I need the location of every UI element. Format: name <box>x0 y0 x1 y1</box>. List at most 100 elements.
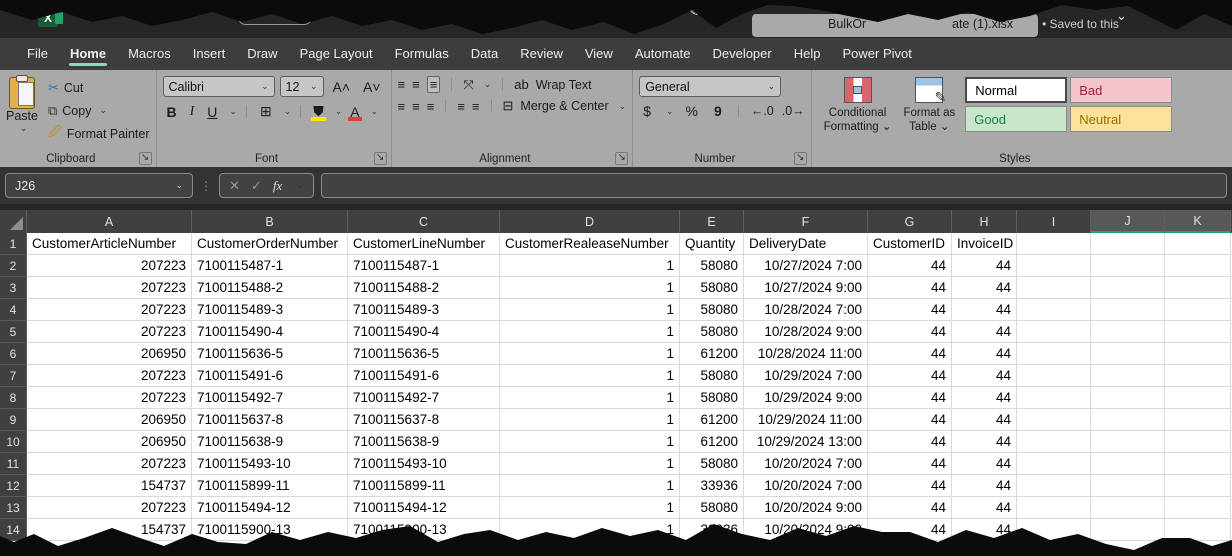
cell[interactable]: 58080 <box>680 321 744 343</box>
style-normal[interactable]: Normal <box>965 77 1067 103</box>
cell[interactable]: 1 <box>500 387 680 409</box>
row-header[interactable]: 8 <box>0 387 27 409</box>
cell[interactable]: 33936 <box>680 519 744 541</box>
ribbon-tab[interactable]: Draw <box>236 39 288 69</box>
chevron-down-icon[interactable]: ⌄ <box>20 123 28 134</box>
cell[interactable]: 44 <box>868 321 952 343</box>
ribbon-tab[interactable]: Power Pivot <box>831 39 922 69</box>
cell[interactable]: 44 <box>952 299 1017 321</box>
cell[interactable] <box>1165 233 1231 255</box>
cell[interactable]: 207223 <box>27 497 192 519</box>
align-bottom-icon[interactable]: ≡ <box>427 76 441 93</box>
cell[interactable]: 1 <box>500 475 680 497</box>
cell[interactable]: 7100115638-9 <box>192 431 348 453</box>
cell[interactable]: 1 <box>500 453 680 475</box>
cell[interactable] <box>1017 431 1091 453</box>
cell[interactable] <box>1165 343 1231 365</box>
ribbon-tab[interactable]: Help <box>783 39 832 69</box>
column-header[interactable]: F <box>744 210 868 233</box>
cell[interactable]: 10/20/2024 7:00 <box>744 475 868 497</box>
cell[interactable]: 58080 <box>680 299 744 321</box>
dialog-launcher-icon[interactable]: ↘ <box>139 152 152 165</box>
cell[interactable] <box>1091 343 1165 365</box>
cell[interactable]: 7100115490-4 <box>348 321 500 343</box>
ribbon-tab[interactable]: Macros <box>117 39 182 69</box>
cell[interactable]: 7100115487-1 <box>192 255 348 277</box>
cell[interactable]: 207223 <box>27 255 192 277</box>
cell[interactable] <box>1017 321 1091 343</box>
cell[interactable]: 44 <box>868 299 952 321</box>
style-neutral[interactable]: Neutral <box>1070 106 1172 132</box>
cell[interactable]: 7100115638-9 <box>348 431 500 453</box>
cell[interactable] <box>1091 387 1165 409</box>
cell[interactable]: 7100115636-5 <box>348 343 500 365</box>
cell[interactable] <box>1017 277 1091 299</box>
cell[interactable]: 10/29/2024 13:00 <box>744 431 868 453</box>
cell[interactable] <box>1091 233 1165 255</box>
cell[interactable]: 10/27/2024 7:00 <box>744 255 868 277</box>
cell[interactable]: 10/20/2024 9:00 <box>744 497 868 519</box>
cancel-icon[interactable]: ✕ <box>229 178 240 194</box>
cell[interactable]: 7100115491-6 <box>192 365 348 387</box>
cell[interactable] <box>1165 409 1231 431</box>
row-header[interactable]: 6 <box>0 343 27 365</box>
cell[interactable]: 7100115494-12 <box>192 497 348 519</box>
cell[interactable]: 7100115493-10 <box>348 453 500 475</box>
cell[interactable]: 33936 <box>680 475 744 497</box>
merge-center-button[interactable]: Merge & Center <box>520 99 608 113</box>
ribbon-tab[interactable]: Insert <box>182 39 237 69</box>
cell[interactable] <box>1091 497 1165 519</box>
align-right-icon[interactable]: ≡ <box>427 99 435 114</box>
formula-input[interactable] <box>321 173 1227 198</box>
cell[interactable]: 10/28/2024 11:00 <box>744 343 868 365</box>
cell[interactable] <box>1017 233 1091 255</box>
cell[interactable] <box>1091 475 1165 497</box>
column-header[interactable]: G <box>868 210 952 233</box>
cell[interactable]: 1 <box>500 431 680 453</box>
ribbon-tab[interactable]: Home <box>59 39 117 69</box>
row-header[interactable]: 14 <box>0 519 27 541</box>
cell[interactable]: 7100115487-1 <box>348 255 500 277</box>
ribbon-tab[interactable]: View <box>574 39 624 69</box>
row-header[interactable]: 2 <box>0 255 27 277</box>
cell[interactable]: 7100115493-10 <box>192 453 348 475</box>
align-middle-icon[interactable]: ≡ <box>412 77 420 92</box>
font-name-combo[interactable]: Calibri ⌄ <box>163 76 275 97</box>
cell[interactable]: 44 <box>952 475 1017 497</box>
insert-function-icon[interactable]: fx <box>273 178 282 194</box>
cell[interactable]: 58080 <box>680 497 744 519</box>
row-header[interactable]: 9 <box>0 409 27 431</box>
cell[interactable]: 7100115900-13 <box>192 519 348 541</box>
borders-button[interactable]: ⊞ <box>256 103 276 120</box>
cell[interactable] <box>1017 497 1091 519</box>
cell[interactable] <box>1165 453 1231 475</box>
cell[interactable]: 61200 <box>680 431 744 453</box>
percent-button[interactable]: % <box>682 103 702 119</box>
cell[interactable]: 10/28/2024 7:00 <box>744 299 868 321</box>
cell[interactable]: 44 <box>952 255 1017 277</box>
cell[interactable]: 207223 <box>27 277 192 299</box>
column-header[interactable]: E <box>680 210 744 233</box>
name-box[interactable]: J26 ⌄ <box>5 173 193 198</box>
italic-button[interactable]: I <box>186 104 199 120</box>
decrease-decimal-button[interactable]: .0→ <box>782 104 805 118</box>
currency-button[interactable]: $ <box>639 103 655 119</box>
cell[interactable]: 10/29/2024 7:00 <box>744 365 868 387</box>
cell[interactable]: 10/20/2024 7:00 <box>744 453 868 475</box>
shrink-font-button[interactable]: A˅ <box>359 79 385 95</box>
paste-button[interactable]: Paste ⌄ <box>6 75 38 147</box>
comma-style-button[interactable]: 9 <box>710 103 726 119</box>
cell[interactable]: InvoiceID <box>952 233 1017 255</box>
cell[interactable]: 58080 <box>680 365 744 387</box>
cell[interactable]: 44 <box>868 343 952 365</box>
ribbon-tab[interactable]: File <box>16 39 59 69</box>
chevron-down-icon[interactable]: ⌄ <box>619 101 627 112</box>
cell[interactable]: 10/20/2024 9:00 <box>744 519 868 541</box>
cell[interactable] <box>1017 299 1091 321</box>
cell[interactable]: 1 <box>500 365 680 387</box>
cell[interactable] <box>1091 299 1165 321</box>
cell[interactable] <box>1091 519 1165 541</box>
ribbon-tab[interactable]: Review <box>509 39 574 69</box>
cell[interactable]: 7100115489-3 <box>348 299 500 321</box>
cell[interactable] <box>1165 277 1231 299</box>
